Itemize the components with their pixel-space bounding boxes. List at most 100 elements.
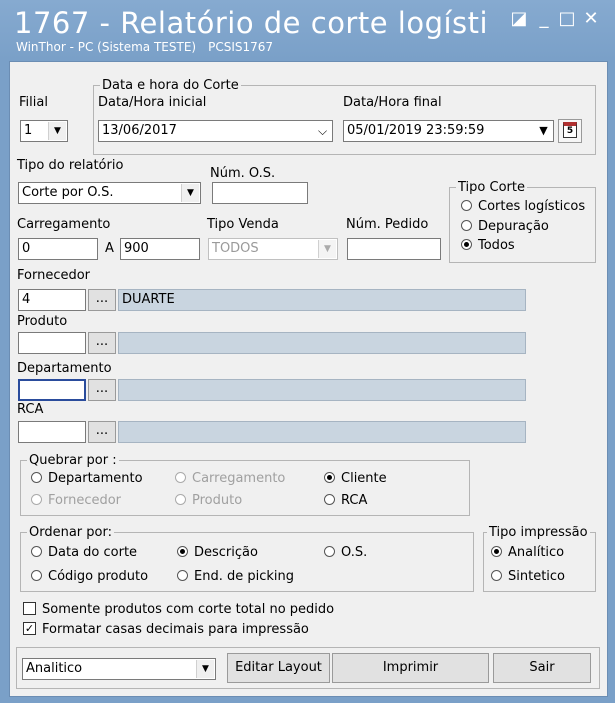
radio-label: Depuração [478,219,549,234]
produto-name [118,332,526,354]
carregamento-from-input[interactable]: 0 [18,238,98,260]
radio-icon [491,570,502,581]
fornecedor-code-input[interactable]: 4 [18,289,86,311]
casas-decimais-checkbox[interactable]: ✓ Formatar casas decimais para impressão [23,622,309,637]
radio-label: Departamento [48,471,143,486]
fornecedor-label: Fornecedor [17,268,91,283]
chevron-down-icon: ▼ [535,122,552,140]
num-pedido-label: Núm. Pedido [346,217,429,232]
tipo-relatorio-value: Corte por O.S. [22,185,114,200]
radio-label: Todos [478,238,515,253]
carregamento-separator: A [105,241,114,256]
close-button[interactable]: ✕ [580,8,602,30]
radio-quebrar-fornecedor[interactable]: Fornecedor [31,493,121,508]
departamento-name [118,379,526,401]
data-final-value: 05/01/2019 23:59:59 [347,123,485,138]
radio-quebrar-rca[interactable]: RCA [324,493,367,508]
restore-icon[interactable]: ◪ [508,8,530,30]
radio-icon [324,546,335,557]
radio-icon [461,200,472,211]
data-corte-legend: Data e hora do Corte [100,78,241,93]
fornecedor-browse-button[interactable]: ... [88,289,116,311]
radio-label: End. de picking [194,569,294,584]
radio-label: O.S. [341,545,368,560]
title-bar[interactable]: 1767 - Relatório de corte logísti WinTho… [0,0,615,60]
radio-ordenar-codigo[interactable]: Código produto [31,569,148,584]
radio-impressao-sintetico[interactable]: Sintetico [491,569,565,584]
filial-select[interactable]: 1 ▼ [20,120,68,142]
ordenar-legend: Ordenar por: [27,525,114,540]
system-name: WinThor - PC (Sistema TESTE) [16,40,197,54]
radio-ordenar-picking[interactable]: End. de picking [177,569,294,584]
radio-label: Fornecedor [48,493,122,508]
imprimir-button[interactable]: Imprimir [332,653,489,683]
produto-browse-button[interactable]: ... [88,332,116,354]
radio-ordenar-data[interactable]: Data do corte [31,545,137,560]
radio-ordenar-descricao[interactable]: Descrição [177,545,258,560]
num-os-input[interactable] [212,182,308,204]
carregamento-label: Carregamento [17,217,111,232]
sair-button[interactable]: Sair [493,653,591,683]
radio-label: Descrição [194,545,258,560]
radio-impressao-analitico[interactable]: Analítico [491,545,564,560]
radio-cortes-logisticos[interactable]: Cortes logísticos [461,199,585,214]
carregamento-to-input[interactable]: 900 [120,238,200,260]
fornecedor-name: DUARTE [118,289,526,311]
tipo-venda-label: Tipo Venda [207,217,279,232]
form-area: Filial 1 ▼ Data e hora do Corte Data/Hor… [9,61,608,697]
radio-quebrar-cliente[interactable]: Cliente [324,471,387,486]
filial-label: Filial [19,95,48,110]
radio-icon [175,472,186,483]
radio-label: Data do corte [48,545,138,560]
window-subtitle: WinThor - PC (Sistema TESTE) PCSIS1767 [16,40,273,54]
radio-label: Produto [192,493,243,508]
departamento-code-input[interactable] [18,379,86,401]
radio-label: Carregamento [192,471,286,486]
minimize-button[interactable]: _ [533,8,555,30]
checkbox-icon [23,602,36,615]
departamento-label: Departamento [17,361,112,376]
radio-ordenar-os[interactable]: O.S. [324,545,367,560]
rca-code-input[interactable] [18,421,86,443]
editar-layout-button[interactable]: Editar Layout [227,653,330,683]
data-inicial-value: 13/06/2017 [102,123,177,138]
tipo-relatorio-label: Tipo do relatório [17,158,124,173]
data-final-picker[interactable]: 05/01/2019 23:59:59 ▼ [343,120,554,142]
data-final-label: Data/Hora final [343,95,442,110]
maximize-button[interactable]: □ [556,8,578,30]
radio-label: Código produto [48,569,149,584]
radio-quebrar-carregamento[interactable]: Carregamento [175,471,285,486]
chevron-down-icon: ▼ [181,184,199,202]
radio-quebrar-departamento[interactable]: Departamento [31,471,143,486]
radio-icon [31,546,42,557]
chevron-down-icon: ▼ [318,240,336,258]
tipo-venda-select[interactable]: TODOS ▼ [208,238,338,260]
radio-icon [324,494,335,505]
radio-depuracao[interactable]: Depuração [461,219,549,234]
radio-label: RCA [341,493,368,508]
produto-label: Produto [17,314,68,329]
num-pedido-input[interactable] [347,238,441,260]
chevron-down-icon: ▼ [48,122,66,140]
radio-selected-icon [461,239,472,250]
radio-label: Sintetico [508,569,566,584]
program-code: PCSIS1767 [208,40,274,54]
radio-icon [31,494,42,505]
corte-total-checkbox[interactable]: Somente produtos com corte total no pedi… [23,602,334,617]
radio-label: Analítico [508,545,565,560]
radio-todos[interactable]: Todos [461,238,515,253]
data-inicial-label: Data/Hora inicial [98,95,207,110]
data-inicial-picker[interactable]: 13/06/2017 ⌵ [98,120,333,142]
tipo-relatorio-select[interactable]: Corte por O.S. ▼ [18,182,201,204]
radio-icon [177,570,188,581]
produto-code-input[interactable] [18,332,86,354]
calendar-button[interactable]: 5 [558,119,582,143]
departamento-browse-button[interactable]: ... [88,379,116,401]
radio-icon [175,494,186,505]
layout-select[interactable]: Analitico ▼ [22,658,216,680]
rca-browse-button[interactable]: ... [88,421,116,443]
radio-selected-icon [177,546,188,557]
quebrar-legend: Quebrar por : [27,453,119,468]
checkmark-icon: ✓ [23,622,36,635]
radio-quebrar-produto[interactable]: Produto [175,493,242,508]
